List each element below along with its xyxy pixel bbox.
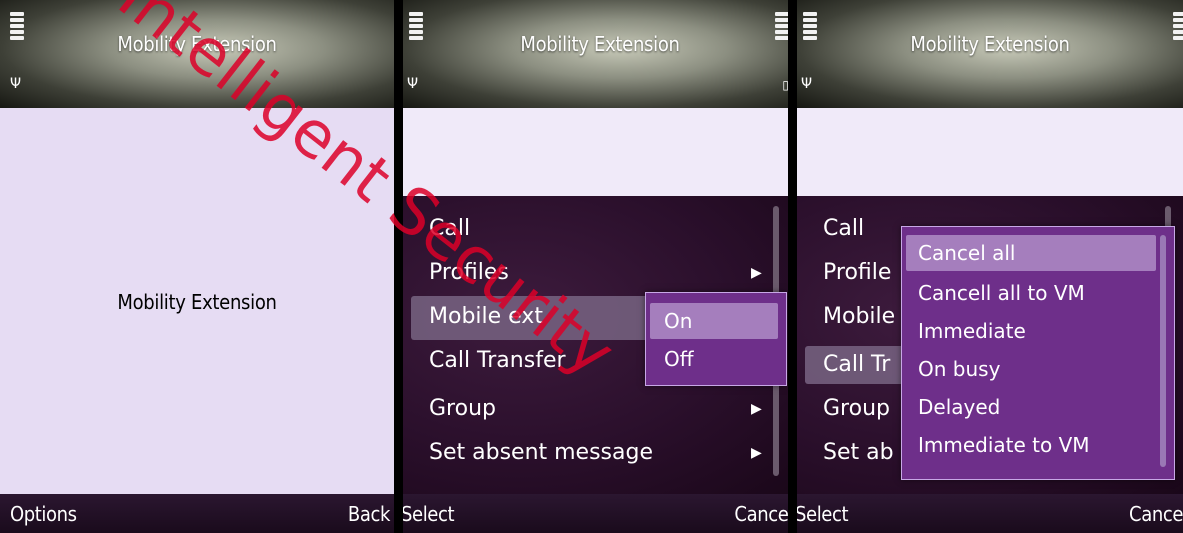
mobile-ext-submenu: On Off	[645, 292, 787, 386]
submenu-arrow-icon: ▶	[751, 401, 762, 417]
menu-item-group[interactable]: Group	[823, 390, 890, 428]
options-softkey[interactable]: Options	[10, 502, 77, 526]
battery-level-icon	[1173, 12, 1183, 42]
antenna-icon: Ψ	[801, 76, 813, 92]
menu-item-call[interactable]: Call	[823, 210, 864, 248]
submenu-scrollbar[interactable]	[1160, 235, 1166, 467]
submenu-item-cancel-all-to-vm[interactable]: Cancell all to VM	[918, 281, 1183, 305]
antenna-icon: Ψ	[407, 76, 419, 92]
submenu-arrow-icon: ▶	[751, 265, 762, 281]
screen-2: Ψ Mobility Extension ▯ Call Profiles ▶ Mo…	[403, 0, 797, 533]
menu-item-profiles[interactable]: Profile	[823, 254, 891, 292]
content-area	[403, 108, 797, 196]
screen-3: Ψ Mobility Extension Call Profile Mobile…	[797, 0, 1183, 533]
status-header: Ψ Mobility Extension ▯	[403, 0, 797, 108]
softkey-bar: Select Cance	[797, 494, 1183, 533]
call-transfer-submenu: Cancel all Cancell all to VM Immediate O…	[901, 226, 1175, 480]
softkey-bar: Options Back	[0, 494, 394, 533]
cancel-softkey[interactable]: Cancel	[734, 502, 793, 526]
menu-item-set-absent-message[interactable]: Set ab	[823, 434, 894, 472]
softkey-bar: Select Cancel	[403, 494, 797, 533]
screen-title: Mobility Extension	[910, 32, 1070, 56]
submenu-item-immediate[interactable]: Immediate	[918, 319, 1183, 343]
submenu-arrow-icon: ▶	[751, 445, 762, 461]
select-softkey[interactable]: Select	[797, 502, 849, 526]
panel-divider	[788, 0, 797, 533]
menu-item-profiles[interactable]: Profiles ▶	[429, 254, 762, 292]
panel-divider	[394, 0, 403, 533]
content-area	[797, 108, 1183, 196]
select-softkey[interactable]: Select	[403, 502, 455, 526]
status-header: Ψ Mobility Extension	[0, 0, 394, 108]
menu-item-call[interactable]: Call	[429, 210, 470, 248]
menu-item-group[interactable]: Group ▶	[429, 390, 762, 428]
screen-title: Mobility Extension	[520, 32, 680, 56]
battery-level-icon	[775, 12, 789, 42]
menu-item-call-transfer[interactable]: Call Tr	[823, 346, 890, 384]
antenna-icon: Ψ	[10, 76, 22, 92]
back-softkey[interactable]: Back	[348, 502, 390, 526]
cancel-softkey[interactable]: Cance	[1129, 502, 1183, 526]
screen-1: Ψ Mobility Extension Mobility Extension …	[0, 0, 394, 533]
submenu-item-on-busy[interactable]: On busy	[918, 357, 1183, 381]
submenu-item-on[interactable]: On	[664, 309, 797, 333]
submenu-item-off[interactable]: Off	[664, 347, 797, 371]
menu-item-call-transfer[interactable]: Call Transfer	[429, 342, 566, 380]
screen-title: Mobility Extension	[117, 32, 277, 56]
app-name-text: Mobility Extension	[117, 290, 277, 314]
submenu-item-delayed[interactable]: Delayed	[918, 395, 1183, 419]
submenu-item-cancel-all[interactable]: Cancel all	[918, 241, 1183, 265]
menu-item-set-absent-message[interactable]: Set absent message ▶	[429, 434, 762, 472]
submenu-item-immediate-to-vm[interactable]: Immediate to VM	[918, 433, 1183, 457]
menu-item-mobile-ext[interactable]: Mobile	[823, 298, 895, 336]
menu-item-mobile-ext[interactable]: Mobile ext	[429, 298, 543, 336]
status-header: Ψ Mobility Extension	[797, 0, 1183, 108]
